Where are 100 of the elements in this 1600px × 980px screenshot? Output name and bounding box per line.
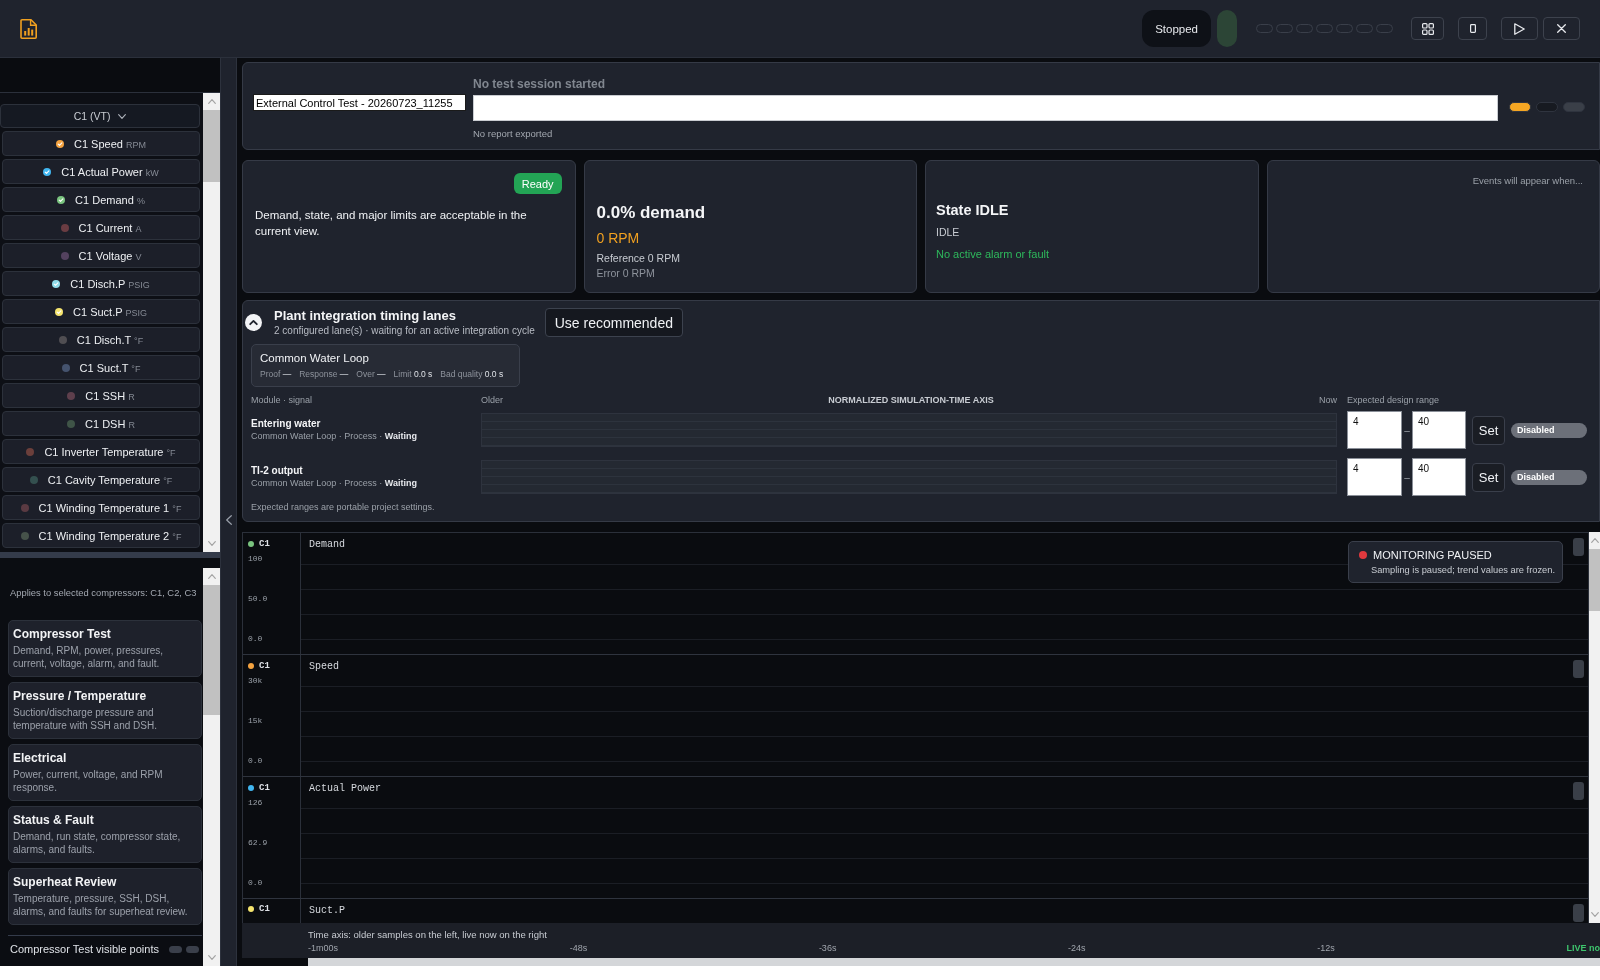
channel-item[interactable]: C1 DSH R (2, 411, 200, 436)
channel-item[interactable]: C1 Demand % (2, 187, 200, 212)
demand-headline: 0.0% demand (596, 203, 707, 223)
preset-card[interactable]: Superheat Review Temperature, pressure, SSH, DSH, alarms, and faults for superheat review. (8, 868, 202, 925)
axis-tick: 50.0 (248, 594, 268, 604)
axis-tick: 0.0 (248, 878, 263, 888)
channel-item[interactable]: C1 Speed RPM (2, 131, 200, 156)
horizontal-scrollbar[interactable] (308, 958, 1600, 966)
channel-item[interactable]: C1 Winding Temperature 1 °F (2, 495, 200, 520)
channel-item[interactable]: C1 Voltage V (2, 243, 200, 268)
lane-name: Entering water (251, 418, 322, 430)
state-headline: State IDLE (936, 201, 1010, 219)
channel-label: C1 (259, 660, 270, 671)
axis-tick: 30k (248, 676, 263, 686)
use-recommended-button[interactable]: Use recommended (544, 308, 683, 337)
channel-item[interactable]: C1 Disch.T °F (2, 327, 200, 352)
channel-item[interactable]: C1 SSH R (2, 383, 200, 408)
preset-card[interactable]: Electrical Power, current, voltage, and RPM response. (8, 744, 202, 801)
channel-picker[interactable]: C1 (VT) (0, 104, 200, 128)
column-heading: Older (481, 395, 503, 406)
footnote: Expected ranges are portable project settings. (251, 502, 436, 513)
play-button[interactable] (1501, 17, 1538, 40)
panel-button[interactable] (1458, 17, 1487, 40)
close-button[interactable] (1543, 17, 1580, 40)
loop-title: Common Water Loop (260, 351, 370, 365)
channel-item[interactable]: C1 Suct.P PSIG (2, 299, 200, 324)
time-tick: -1m00s (308, 943, 338, 954)
enable-toggle[interactable]: Disabled (1511, 469, 1587, 485)
range-max-field[interactable]: 40 (1412, 458, 1466, 496)
scrollbar-thumb[interactable] (203, 110, 220, 182)
notice-title: MONITORING PAUSED (1373, 548, 1492, 562)
section-label: Compressor Test visible points (10, 943, 159, 955)
column-heading: Expected design range (1347, 395, 1440, 406)
time-tick: -24s (1068, 943, 1086, 954)
collapse-handle[interactable] (220, 58, 237, 966)
panel-title: Plant integration timing lanes (274, 308, 458, 324)
strip-handle[interactable] (1573, 782, 1584, 800)
input-field[interactable] (473, 95, 1498, 121)
column-heading: NORMALIZED SIMULATION-TIME AXIS (828, 395, 994, 406)
loop-metric: Bad quality 0.0 s (440, 369, 504, 380)
set-button[interactable]: Set (1472, 415, 1505, 445)
channel-item[interactable]: C1 Current A (2, 215, 200, 240)
set-button[interactable]: Set (1472, 462, 1505, 492)
scrollbar[interactable] (203, 93, 220, 552)
lane-name: TI-2 output (251, 465, 304, 477)
range-separator: – (1403, 471, 1411, 483)
plot-title: Actual Power (309, 783, 382, 795)
strip-handle[interactable] (1573, 660, 1584, 678)
toggle-switch[interactable] (185, 945, 199, 953)
axis-tick: 62.9 (248, 838, 268, 848)
range-max-field[interactable]: 40 (1412, 411, 1466, 449)
axis-tick: 100 (248, 554, 263, 564)
loop-metric: Limit 0.0 s (393, 369, 433, 380)
channel-item[interactable]: C1 Cavity Temperature °F (2, 467, 200, 492)
error-reading: Error 0 RPM (596, 266, 656, 280)
channel-item[interactable]: C1 Winding Temperature 2 °F (2, 523, 200, 548)
chevron-up-icon[interactable] (245, 314, 262, 331)
session-marker[interactable] (1563, 102, 1585, 112)
channel-item[interactable]: C1 Actual Power kW (2, 159, 200, 184)
scrollbar[interactable] (203, 568, 220, 966)
loop-metric: Proof — (260, 369, 292, 380)
axis-tick: 0.0 (248, 634, 263, 644)
scrollbar-thumb[interactable] (1589, 549, 1600, 611)
preset-card[interactable]: Status & Fault Demand, run state, compressor state, alarms, and faults. (8, 806, 202, 863)
selection-note: Applies to selected compressors: C1, C2, C3 (9, 587, 198, 599)
plot-title: Demand (309, 539, 346, 551)
strip-handle[interactable] (1573, 538, 1584, 556)
speed-reading: 0 RPM (596, 230, 641, 247)
time-axis-note: Time axis: older samples on the left, live now on the right (308, 929, 548, 941)
session-marker[interactable] (1536, 102, 1558, 112)
channel-item[interactable]: C1 Inverter Temperature °F (2, 439, 200, 464)
range-min-field[interactable]: 4 (1347, 458, 1402, 496)
lane-context: Common Water Loop · Process · Waiting (251, 477, 418, 489)
grid-button[interactable] (1411, 17, 1444, 40)
axis-tick: 0.0 (248, 756, 263, 766)
channel-item[interactable]: C1 Suct.T °F (2, 355, 200, 380)
channel-item[interactable]: C1 Disch.P PSIG (2, 271, 200, 296)
channel-label: C1 (259, 904, 270, 914)
axis-tick: 126 (248, 798, 263, 808)
column-heading: Now (1319, 395, 1337, 406)
preset-card[interactable]: Compressor Test Demand, RPM, power, pressures, current, voltage, alarm, and fault. (8, 620, 202, 677)
time-tick: -12s (1317, 943, 1335, 954)
chevron-down-icon[interactable] (118, 113, 127, 119)
column-heading: Module · signal (251, 395, 314, 406)
preset-card[interactable]: Pressure / Temperature Suction/discharge pressure and temperature with SSH and DSH. (8, 682, 202, 739)
enable-toggle[interactable]: Disabled (1511, 422, 1587, 438)
range-min-field[interactable]: 4 (1347, 411, 1402, 449)
events-hint: Events will appear when... (1471, 175, 1583, 187)
chevron-left-icon (225, 515, 232, 525)
strip-handle[interactable] (1573, 904, 1584, 922)
scrollbar-thumb[interactable] (203, 585, 220, 715)
plot-title: Suct.P (309, 905, 346, 917)
scrollbar[interactable] (1589, 532, 1600, 923)
health-text: Demand, state, and major limits are acceptable in the current view. (255, 208, 528, 239)
session-marker[interactable] (1509, 102, 1531, 112)
run-status: Stopped (1142, 10, 1211, 47)
range-separator: – (1403, 424, 1411, 436)
session-name-field[interactable]: External Control Test - 20260723_11255 (253, 94, 466, 111)
toggle-switch[interactable] (168, 945, 182, 953)
loop-metric: Response — (299, 369, 349, 380)
